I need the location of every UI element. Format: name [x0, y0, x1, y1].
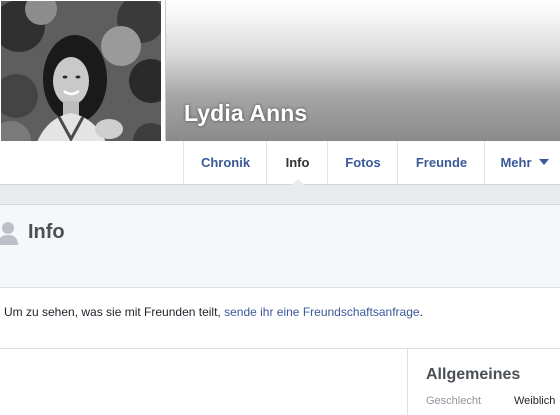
tab-fotos[interactable]: Fotos [327, 141, 398, 184]
profile-nav-bar: Chronik Info Fotos Freunde Mehr [0, 141, 560, 185]
page-gap [0, 185, 560, 204]
profile-photo-image [1, 1, 161, 163]
tab-info[interactable]: Info [266, 141, 328, 185]
field-label-gender: Geschlecht [426, 395, 482, 407]
section-title-general: Allgemeines [426, 366, 521, 383]
divider [0, 348, 560, 349]
friend-request-message: Um zu sehen, was sie mit Freunden teilt,… [4, 305, 423, 319]
send-friend-request-link[interactable]: sende ihr eine Freundschaftsanfrage [224, 305, 419, 319]
person-icon [0, 222, 18, 245]
tab-freunde[interactable]: Freunde [397, 141, 485, 184]
page-title: Info [28, 221, 65, 243]
tab-mehr[interactable]: Mehr [484, 141, 560, 184]
field-value-gender: Weiblich [514, 395, 556, 407]
profile-name[interactable]: Lydia Anns [184, 100, 307, 127]
info-header: Info [0, 204, 560, 288]
message-period: . [419, 305, 423, 319]
message-text: Um zu sehen, was sie mit Freunden teilt, [4, 305, 225, 319]
chevron-down-icon [538, 159, 549, 165]
tab-mehr-label: Mehr [500, 155, 532, 170]
tab-chronik[interactable]: Chronik [183, 141, 267, 184]
profile-picture[interactable] [1, 1, 161, 163]
column-divider [407, 349, 408, 415]
